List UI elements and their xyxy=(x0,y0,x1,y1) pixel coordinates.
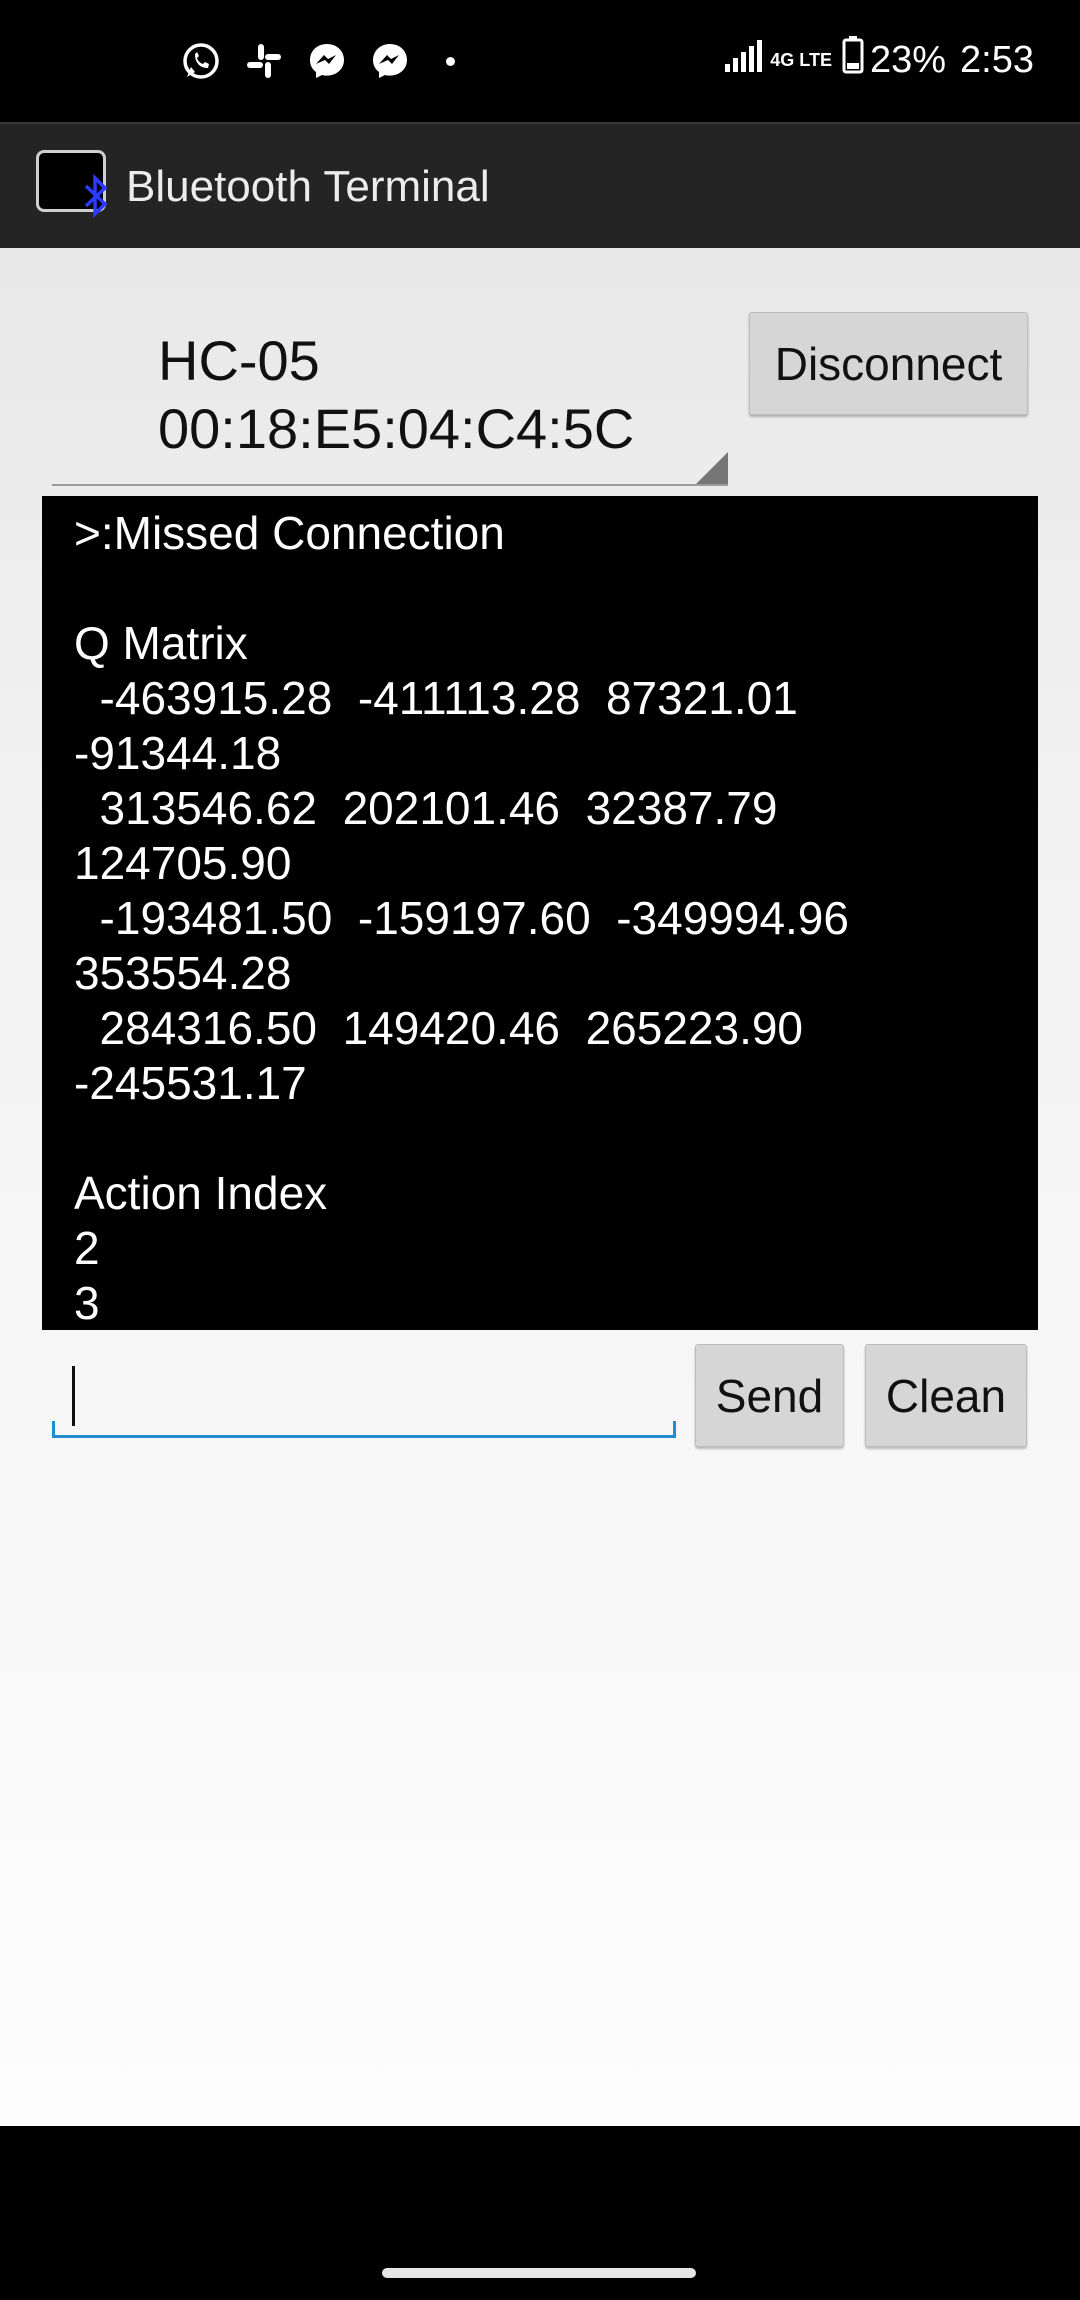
messenger-icon xyxy=(369,40,411,82)
send-button[interactable]: Send xyxy=(695,1344,844,1447)
status-bar: 4G LTE 23% 2:53 xyxy=(0,0,1080,122)
message-input[interactable] xyxy=(52,1356,676,1438)
network-type-label: 4G LTE xyxy=(770,50,832,70)
notification-icons xyxy=(180,40,455,82)
more-notifications-dot xyxy=(446,56,455,66)
bluetooth-icon xyxy=(81,173,111,223)
terminal-output[interactable]: >:Missed Connection Q Matrix -463915.28 … xyxy=(42,496,1038,1330)
slack-icon xyxy=(243,40,285,82)
text-caret xyxy=(72,1366,75,1426)
disconnect-button[interactable]: Disconnect xyxy=(749,312,1028,415)
signal-icon xyxy=(724,38,764,82)
app-title: Bluetooth Terminal xyxy=(126,162,490,211)
device-address: 00:18:E5:04:C4:5C xyxy=(158,397,635,460)
battery-percent: 23% xyxy=(869,38,947,81)
app-logo-icon xyxy=(36,150,108,219)
whatsapp-icon xyxy=(180,40,222,82)
device-name: HC-05 xyxy=(158,329,320,392)
home-gesture-bar[interactable] xyxy=(382,2268,696,2278)
status-right: 4G LTE 23% 2:53 xyxy=(724,36,1034,84)
dropdown-arrow-icon xyxy=(696,452,728,484)
clock-time: 2:53 xyxy=(960,38,1034,81)
clean-button[interactable]: Clean xyxy=(865,1344,1027,1447)
terminal-text: >:Missed Connection Q Matrix -463915.28 … xyxy=(74,507,849,1329)
main-content: HC-05 00:18:E5:04:C4:5C Disconnect >:Mis… xyxy=(0,248,1080,2126)
navigation-bar xyxy=(0,2126,1080,2300)
action-bar: Bluetooth Terminal xyxy=(0,122,1080,248)
device-selector-dropdown[interactable]: HC-05 00:18:E5:04:C4:5C xyxy=(52,310,728,486)
battery-icon xyxy=(842,36,864,84)
messenger-icon xyxy=(306,40,348,82)
